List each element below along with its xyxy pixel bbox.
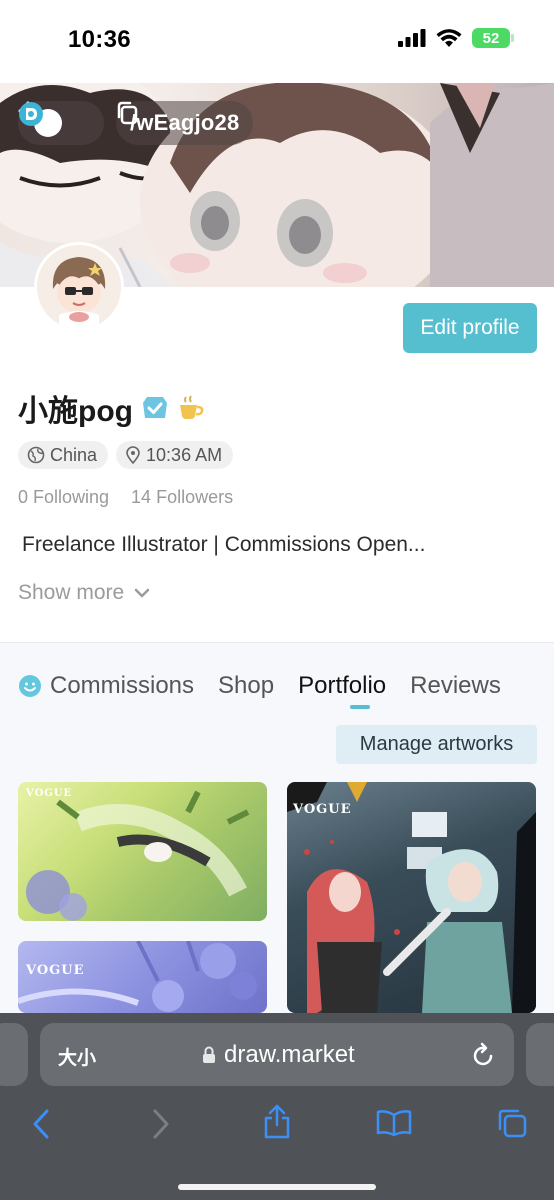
tab-reviews-label: Reviews bbox=[410, 672, 501, 699]
profile-handle-button[interactable]: /wEagjo28 bbox=[116, 101, 254, 145]
tab-reviews[interactable]: Reviews bbox=[410, 672, 501, 700]
signal-icon bbox=[398, 29, 426, 47]
artwork-card[interactable]: VOGUE bbox=[18, 941, 267, 1013]
profile-meta-chips: China 10:36 AM bbox=[18, 441, 234, 469]
show-more-label: Show more bbox=[18, 581, 125, 604]
previous-tab-preview[interactable] bbox=[0, 1023, 28, 1086]
active-tab-indicator bbox=[350, 705, 370, 709]
show-more-button[interactable]: Show more bbox=[18, 581, 150, 605]
status-bar: 10:36 52 bbox=[0, 0, 554, 82]
artwork-card[interactable]: VOGUE bbox=[18, 782, 267, 921]
back-button[interactable] bbox=[18, 101, 104, 145]
tab-portfolio[interactable]: Portfolio bbox=[298, 672, 386, 700]
text-size-button[interactable]: 大小 bbox=[58, 1043, 96, 1070]
profile-name: 小施pog bbox=[18, 395, 133, 428]
tab-portfolio-label: Portfolio bbox=[298, 672, 387, 699]
location-text: China bbox=[50, 444, 98, 465]
manage-artworks-button[interactable]: Manage artworks bbox=[336, 725, 537, 764]
battery-icon: 52 bbox=[472, 28, 514, 48]
browser-back-icon[interactable] bbox=[32, 1109, 50, 1139]
local-time-chip: 10:36 AM bbox=[116, 441, 234, 469]
followers-count[interactable]: 14 Followers bbox=[131, 487, 233, 508]
lock-icon bbox=[203, 1046, 215, 1063]
wifi-icon bbox=[436, 28, 462, 47]
following-count[interactable]: 0 Following bbox=[18, 487, 109, 508]
tab-commissions-label: Commissions bbox=[50, 672, 195, 699]
follow-stats: 0 Following 14 Followers bbox=[18, 487, 233, 508]
reload-icon[interactable] bbox=[472, 1041, 496, 1067]
artwork-caption: VOGUE bbox=[293, 802, 352, 817]
globe-icon bbox=[27, 446, 45, 464]
home-indicator bbox=[178, 1184, 376, 1190]
avatar[interactable] bbox=[34, 242, 124, 332]
chevron-down-icon bbox=[134, 588, 150, 598]
smiley-icon bbox=[19, 675, 41, 697]
profile-bio: Freelance Illustrator | Commissions Open… bbox=[22, 533, 426, 556]
artwork-card[interactable]: VOGUE bbox=[287, 782, 536, 1013]
share-icon[interactable] bbox=[262, 1103, 292, 1139]
verified-badge-icon bbox=[142, 397, 167, 418]
artwork-caption: VOGUE bbox=[26, 963, 85, 978]
app-logo-icon bbox=[19, 102, 62, 137]
map-pin-icon bbox=[126, 446, 140, 464]
name-row: 小施pog bbox=[18, 386, 205, 430]
url-text: draw.market bbox=[224, 1041, 355, 1068]
next-tab-preview[interactable] bbox=[526, 1023, 554, 1086]
browser-forward-icon[interactable] bbox=[152, 1109, 170, 1139]
profile-tabs: Commissions Shop Portfolio Reviews bbox=[18, 672, 501, 700]
copy-icon bbox=[117, 101, 138, 125]
tab-shop-label: Shop bbox=[218, 672, 275, 699]
location-chip: China bbox=[18, 441, 109, 469]
address-bar[interactable]: 大小 draw.market bbox=[40, 1023, 514, 1086]
browser-toolbar bbox=[0, 1103, 554, 1163]
battery-level: 52 bbox=[482, 29, 500, 47]
local-time-text: 10:36 AM bbox=[146, 444, 223, 465]
coffee-cup-icon bbox=[179, 395, 204, 419]
tabs-overview-icon[interactable] bbox=[496, 1107, 528, 1139]
bookmarks-icon[interactable] bbox=[376, 1109, 412, 1137]
profile-handle: /wEagjo28 bbox=[130, 110, 240, 135]
edit-profile-button[interactable]: Edit profile bbox=[403, 303, 537, 353]
status-icons: 52 bbox=[398, 28, 514, 48]
status-time: 10:36 bbox=[68, 26, 131, 53]
browser-chrome: 大小 draw.market bbox=[0, 1013, 554, 1200]
tab-commissions[interactable]: Commissions bbox=[18, 672, 194, 700]
tab-shop[interactable]: Shop bbox=[218, 672, 274, 700]
url-display: draw.market bbox=[202, 1041, 355, 1069]
artwork-caption: VOGUE bbox=[26, 788, 73, 799]
